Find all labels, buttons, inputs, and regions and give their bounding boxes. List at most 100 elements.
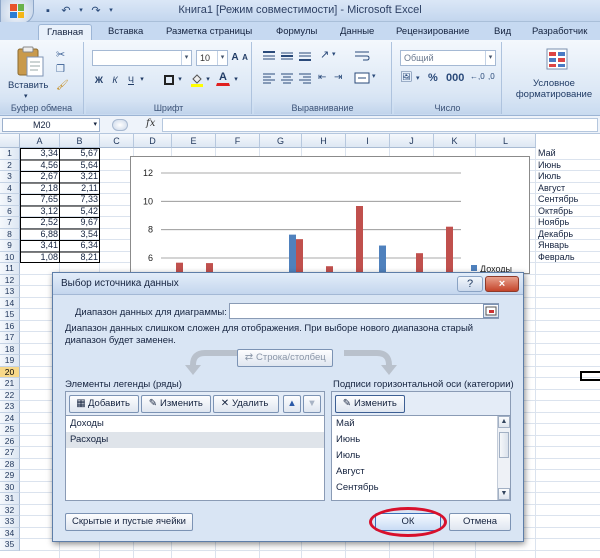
collapse-dialog-icon[interactable] [483, 304, 499, 318]
cell-l9[interactable]: Январь [536, 240, 600, 252]
merge-center-icon[interactable] [354, 72, 370, 86]
cell-b10[interactable]: 8,21 [60, 252, 100, 264]
row-header-2[interactable]: 2 [0, 159, 20, 171]
cell-a1[interactable]: 3,34 [20, 148, 60, 160]
bar-income-5[interactable] [289, 234, 296, 287]
paste-button[interactable]: Вставить [8, 80, 48, 91]
row-header-13[interactable]: 13 [0, 286, 20, 298]
column-header-h[interactable]: H [302, 134, 346, 148]
row-header-16[interactable]: 16 [0, 320, 20, 332]
fill-dropdown-icon[interactable]: ▾ [204, 72, 212, 88]
delete-series-button[interactable]: ✕ Удалить [213, 395, 279, 413]
row-header-10[interactable]: 10 [0, 251, 20, 263]
align-middle-icon[interactable] [280, 50, 294, 64]
row-header-32[interactable]: 32 [0, 504, 20, 516]
range-input[interactable] [229, 303, 499, 319]
row-header-4[interactable]: 4 [0, 182, 20, 194]
move-down-button[interactable]: ▼ [303, 395, 321, 413]
decrease-indent-icon[interactable]: ⇤ [318, 72, 326, 83]
currency-dropdown-icon[interactable]: ▾ [416, 74, 420, 82]
row-header-23[interactable]: 23 [0, 401, 20, 413]
row-header-25[interactable]: 25 [0, 424, 20, 436]
cell-l10[interactable]: Февраль [536, 252, 600, 264]
cell-b4[interactable]: 2,11 [60, 183, 100, 195]
column-header-k[interactable]: K [434, 134, 476, 148]
row-header-19[interactable]: 19 [0, 355, 20, 367]
cell-l8[interactable]: Декабрь [536, 229, 600, 241]
help-button[interactable]: ? [457, 276, 483, 292]
row-header-12[interactable]: 12 [0, 274, 20, 286]
cell-l1[interactable]: Май [536, 148, 600, 160]
scroll-down-icon[interactable]: ▼ [498, 488, 510, 500]
cell-l2[interactable]: Июнь [536, 160, 600, 172]
select-all-corner[interactable] [0, 134, 20, 148]
row-header-30[interactable]: 30 [0, 481, 20, 493]
row-header-26[interactable]: 26 [0, 435, 20, 447]
scroll-up-icon[interactable]: ▲ [498, 416, 510, 428]
decrease-decimal-icon[interactable]: ,0 [488, 72, 495, 81]
bar-expenses-9[interactable] [416, 253, 423, 287]
column-header-d[interactable]: D [134, 134, 172, 148]
orientation-icon[interactable]: ↗ [320, 48, 329, 61]
align-left-icon[interactable] [262, 72, 276, 86]
format-painter-icon[interactable]: 🖌 [56, 80, 69, 91]
category-item[interactable]: Май [332, 416, 510, 432]
column-header-i[interactable]: I [346, 134, 390, 148]
row-header-7[interactable]: 7 [0, 217, 20, 229]
number-format-combo[interactable]: Общий ▾ [400, 50, 496, 66]
formula-bar-handle-icon[interactable] [112, 119, 128, 131]
comma-style-icon[interactable]: 000 [446, 72, 464, 84]
active-cell-m20[interactable] [580, 371, 600, 381]
align-bottom-icon[interactable] [298, 50, 312, 64]
edit-axis-button[interactable]: ✎ Изменить [335, 395, 405, 413]
bar-expenses-7[interactable] [356, 206, 363, 287]
align-right-icon[interactable] [298, 72, 312, 86]
row-header-29[interactable]: 29 [0, 470, 20, 482]
category-item[interactable]: Август [332, 464, 510, 480]
row-header-3[interactable]: 3 [0, 171, 20, 183]
cell-a6[interactable]: 3,12 [20, 206, 60, 218]
underline-dropdown-icon[interactable]: ▾ [138, 72, 146, 88]
tab-page-layout[interactable]: Разметка страницы [158, 24, 260, 40]
merge-dropdown-icon[interactable]: ▾ [372, 72, 376, 80]
cell-a8[interactable]: 6,88 [20, 229, 60, 241]
row-header-18[interactable]: 18 [0, 343, 20, 355]
row-header-27[interactable]: 27 [0, 447, 20, 459]
tab-review[interactable]: Рецензирование [388, 24, 477, 40]
tab-data[interactable]: Данные [332, 24, 382, 40]
cell-b1[interactable]: 5,67 [60, 148, 100, 160]
row-header-11[interactable]: 11 [0, 263, 20, 275]
cell-b8[interactable]: 3,54 [60, 229, 100, 241]
row-header-34[interactable]: 34 [0, 527, 20, 539]
scroll-thumb[interactable] [499, 432, 509, 458]
bar-income-8[interactable] [379, 245, 386, 287]
bold-icon[interactable]: Ж [92, 72, 106, 88]
series-list[interactable]: Доходы Расходы [65, 415, 325, 501]
wrap-text-icon[interactable] [354, 50, 370, 64]
column-header-f[interactable]: F [216, 134, 260, 148]
font-size-combo[interactable]: 10 ▾ [196, 50, 228, 66]
series-item-income[interactable]: Доходы [66, 416, 324, 432]
cell-b3[interactable]: 3,21 [60, 171, 100, 183]
column-header-e[interactable]: E [172, 134, 216, 148]
tab-view[interactable]: Вид [486, 24, 519, 40]
tab-home[interactable]: Главная [38, 24, 93, 40]
name-box[interactable]: M20 ▾ [2, 118, 100, 132]
cell-b5[interactable]: 7,33 [60, 194, 100, 206]
shrink-font-icon[interactable]: A [240, 50, 250, 66]
cell-a9[interactable]: 3,41 [20, 240, 60, 252]
bar-expenses-5[interactable] [296, 239, 303, 287]
row-header-31[interactable]: 31 [0, 493, 20, 505]
row-header-20[interactable]: 20 [0, 366, 20, 378]
tab-developer[interactable]: Разработчик [524, 24, 595, 40]
paste-dropdown-icon[interactable]: ▾ [24, 92, 28, 100]
increase-indent-icon[interactable]: ⇥ [334, 72, 342, 83]
category-scrollbar[interactable]: ▲ ▼ [497, 416, 510, 500]
row-header-8[interactable]: 8 [0, 228, 20, 240]
cell-a4[interactable]: 2,18 [20, 183, 60, 195]
percent-icon[interactable]: % [428, 72, 438, 84]
conditional-format-button[interactable]: Условное форматирование [508, 78, 600, 100]
cell-l4[interactable]: Август [536, 183, 600, 195]
cell-b9[interactable]: 6,34 [60, 240, 100, 252]
copy-icon[interactable]: ❐ [56, 64, 65, 75]
